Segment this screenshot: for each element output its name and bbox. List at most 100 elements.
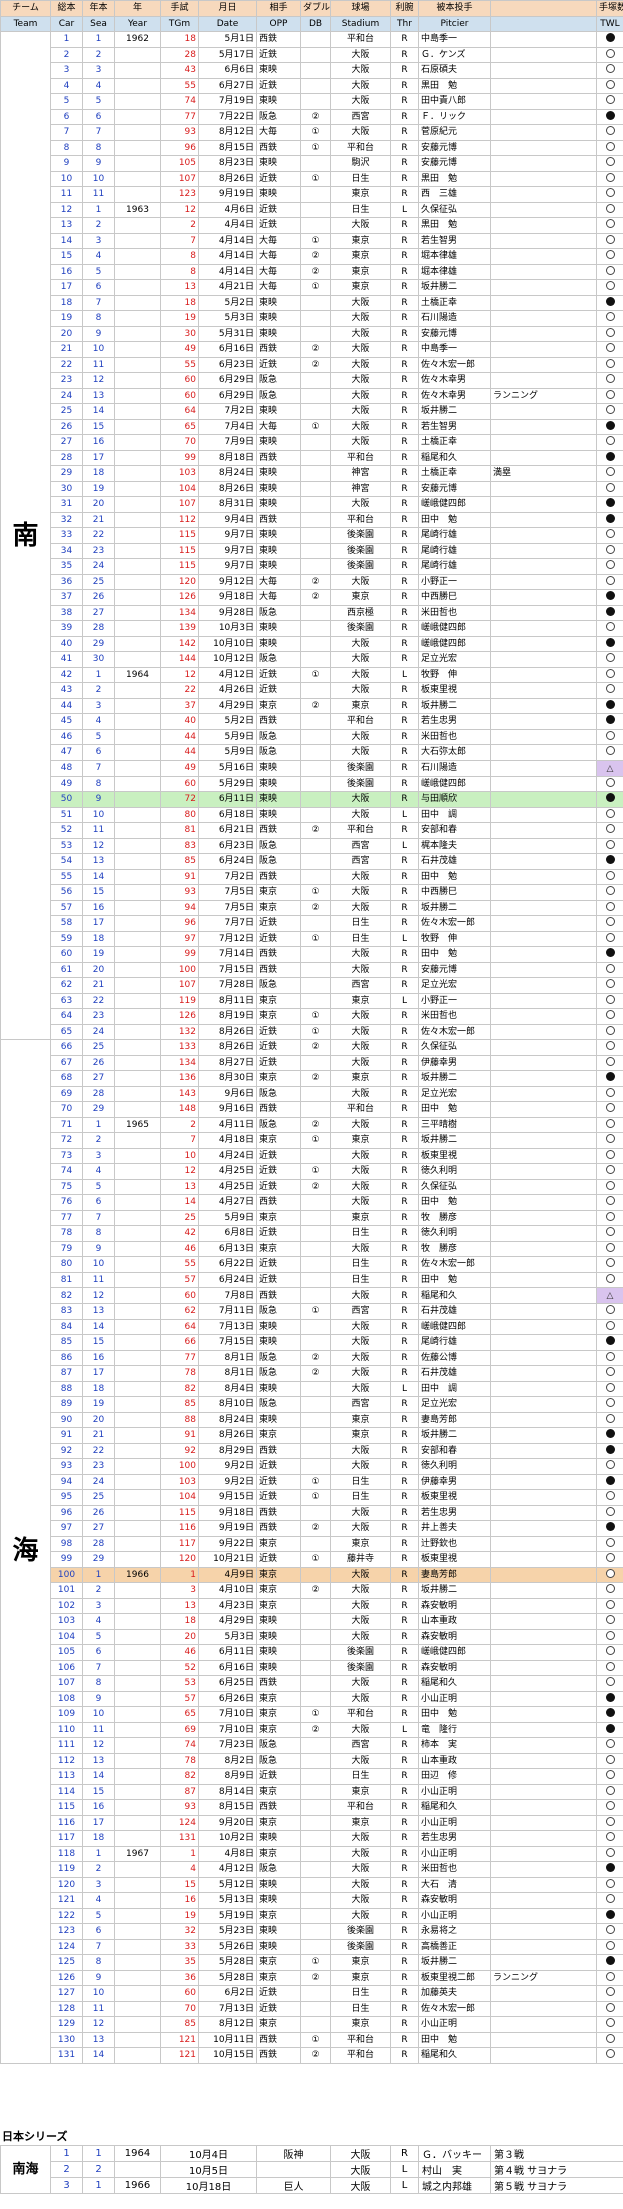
note [490, 542, 597, 559]
game-date: 6月26日 [198, 1690, 257, 1707]
result-mark [596, 899, 623, 916]
result-mark [596, 1256, 623, 1273]
loss-mark-icon [605, 1816, 615, 1826]
opponent: 東京 [256, 1814, 301, 1831]
game-date: 5月26日 [198, 1938, 257, 1955]
pitcher-name: 小山正明 [418, 1690, 491, 1707]
game-date: 6月23日 [198, 837, 257, 854]
game-date: 4月29日 [198, 697, 257, 714]
career-hr-number: 112 [50, 1752, 83, 1769]
pitcher-throws: R [390, 1116, 419, 1133]
pitcher-throws: R [390, 1551, 419, 1568]
doubleheader [300, 946, 331, 963]
game-date: 6月22日 [198, 1256, 257, 1273]
career-hr-number: 1 [50, 31, 83, 48]
opponent: 東映 [256, 791, 301, 808]
pitcher-throws: R [390, 449, 419, 466]
note [490, 527, 597, 544]
loss-mark-icon [605, 668, 615, 678]
career-hr-number: 20 [50, 325, 83, 342]
pitcher-name: 板東里視 [418, 682, 491, 699]
table-row: 10 10 107 8月26日 近鉄 ① 日生 R 黒田 勉 [1, 170, 623, 187]
result-mark [596, 1582, 623, 1599]
stadium: 後楽園 [330, 542, 391, 559]
doubleheader [300, 1209, 331, 1226]
pitcher-name: 梶本隆夫 [418, 837, 491, 854]
pitcher-throws: R [390, 1690, 419, 1707]
stadium: 平和台 [330, 2047, 391, 2064]
game-date: 8月23日 [198, 155, 257, 172]
table-row: 25 14 64 7月2日 東映 大阪 R 坂井勝二 [1, 403, 623, 420]
season-hr-number: 9 [82, 791, 115, 808]
loss-mark-icon [605, 467, 615, 477]
opponent: 東映 [256, 1876, 301, 1893]
stadium: 東京 [330, 232, 391, 249]
result-mark [596, 589, 623, 606]
career-hr-number: 57 [50, 899, 83, 916]
loss-mark-icon [605, 436, 615, 446]
team-game-number: 70 [160, 434, 199, 451]
doubleheader [300, 1101, 331, 1118]
game-date: 7月10日 [198, 1706, 257, 1723]
loss-mark-icon [605, 1894, 615, 1904]
year [114, 1225, 161, 1242]
opponent: 東京 [256, 1845, 301, 1862]
year [114, 682, 161, 699]
note [490, 1070, 597, 1087]
career-hr-number: 85 [50, 1334, 83, 1351]
year [114, 1954, 161, 1971]
career-hr-number: 39 [50, 620, 83, 637]
opponent: 近鉄 [256, 1458, 301, 1475]
pitcher-throws: R [390, 1892, 419, 1909]
pitcher-name: 稲尾和久 [418, 2047, 491, 2064]
pitcher-name: 尾崎行雄 [418, 542, 491, 559]
career-hr-number: 99 [50, 1551, 83, 1568]
season-hr-number: 1 [82, 1566, 115, 1583]
table-row: 8 8 96 8月15日 西鉄 ① 平和台 R 安藤元博 [1, 139, 623, 156]
season-hr-number: 9 [82, 1240, 115, 1257]
result-mark [596, 915, 623, 932]
stadium: 西宮 [330, 853, 391, 870]
loss-mark-icon [605, 1553, 615, 1563]
game-date: 8月30日 [198, 1070, 257, 1087]
opponent: 東映 [256, 1380, 301, 1397]
year [114, 697, 161, 714]
team-game-number: 120 [160, 573, 199, 590]
doubleheader: ① [300, 930, 331, 947]
pitcher-name: 坂井勝二 [418, 279, 491, 296]
stadium: 日生 [330, 2000, 391, 2017]
pitcher-throws: R [390, 1752, 419, 1769]
result-mark [596, 853, 623, 870]
year: 1966 [114, 1566, 161, 1583]
note [490, 1690, 597, 1707]
pitcher-throws: L [390, 806, 419, 823]
season-hr-number: 11 [82, 356, 115, 373]
pitcher-name: 若生智男 [418, 232, 491, 249]
season-hr-number: 13 [82, 853, 115, 870]
stadium: 大阪 [330, 682, 391, 699]
note [490, 294, 597, 311]
loss-mark-icon [605, 157, 615, 167]
team-game-number: 22 [160, 682, 199, 699]
result-mark [596, 77, 623, 94]
game-date: 9月16日 [198, 1101, 257, 1118]
result-mark [596, 31, 623, 48]
opponent: 東京 [256, 1969, 301, 1986]
pitcher-throws: R [390, 139, 419, 156]
team-game-number: 13 [160, 1178, 199, 1195]
result-mark [596, 418, 623, 435]
loss-mark-icon [605, 560, 615, 570]
team-game-number: 83 [160, 837, 199, 854]
year [114, 1008, 161, 1025]
stadium: 東京 [330, 186, 391, 203]
opponent: 阪急 [256, 1303, 301, 1320]
game-date: 7月5日 [198, 899, 257, 916]
team-game-number: 132 [160, 1023, 199, 1040]
year [114, 558, 161, 575]
career-hr-number: 18 [50, 294, 83, 311]
opponent: 東京 [256, 1721, 301, 1738]
stadium: 大阪 [330, 1690, 391, 1707]
pitcher-throws: R [390, 108, 419, 125]
pitcher-throws: R [390, 1923, 419, 1940]
stadium: 大阪 [330, 1039, 391, 1056]
